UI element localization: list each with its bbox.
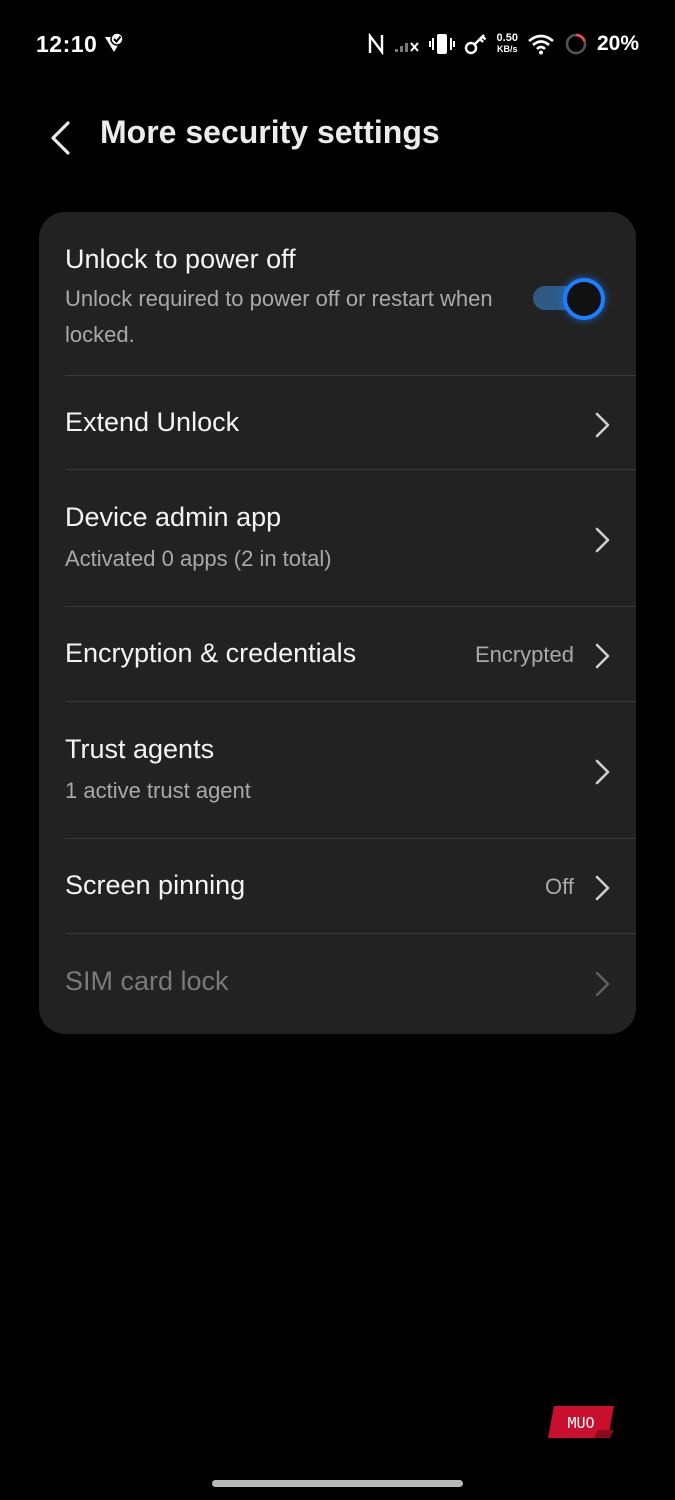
unlock-to-power-off-toggle[interactable] <box>531 276 607 320</box>
setting-encryption-credentials[interactable]: Encryption & credentials Encrypted <box>39 607 636 701</box>
no-signal-icon <box>394 35 420 53</box>
status-bar: 12:10 0.50 KB/s 20% <box>0 0 675 90</box>
battery-percentage: 20% <box>596 32 639 55</box>
setting-unlock-to-power-off[interactable]: Unlock to power off Unlock required to p… <box>39 212 636 376</box>
setting-subtitle: Unlock required to power off or restart … <box>65 286 493 347</box>
verified-shield-icon <box>103 32 125 54</box>
network-speed-unit: KB/s <box>497 44 518 54</box>
muo-logo: MUO <box>548 1406 614 1438</box>
setting-title: Screen pinning <box>65 870 246 900</box>
setting-title: Device admin app <box>65 502 282 532</box>
setting-value: Encrypted <box>474 642 574 667</box>
page-title: More security settings <box>100 114 440 150</box>
setting-title: Extend Unlock <box>65 407 240 437</box>
setting-device-admin-app[interactable]: Device admin app Activated 0 apps (2 in … <box>39 470 636 607</box>
chevron-right-icon <box>595 759 610 785</box>
setting-title: Unlock to power off <box>65 244 296 274</box>
chevron-right-icon <box>595 971 610 997</box>
toggle-thumb <box>563 278 605 320</box>
back-button[interactable] <box>36 114 84 162</box>
status-time: 12:10 <box>36 31 98 57</box>
key-icon <box>464 33 488 55</box>
chevron-right-icon <box>595 412 610 438</box>
setting-title: Trust agents <box>65 734 215 764</box>
setting-trust-agents[interactable]: Trust agents 1 active trust agent <box>39 702 636 839</box>
page-header: More security settings <box>0 100 675 172</box>
chevron-right-icon <box>595 875 610 901</box>
setting-title: Encryption & credentials <box>65 638 357 668</box>
chevron-right-icon <box>595 643 610 669</box>
setting-screen-pinning[interactable]: Screen pinning Off <box>39 839 636 933</box>
setting-sim-card-lock: SIM card lock <box>39 934 636 1034</box>
chevron-right-icon <box>595 527 610 553</box>
setting-value: Off <box>545 874 574 899</box>
setting-title: SIM card lock <box>65 966 229 996</box>
network-speed-value: 0.50 <box>496 32 518 44</box>
gesture-navigation-bar[interactable] <box>212 1480 463 1487</box>
network-speed: 0.50 KB/s <box>497 33 518 55</box>
chevron-left-icon <box>51 121 70 155</box>
setting-subtitle: 1 active trust agent <box>65 778 251 803</box>
vibrate-icon <box>428 32 455 56</box>
wifi-icon <box>527 33 555 55</box>
status-icons: 0.50 KB/s 20% <box>367 28 639 60</box>
nfc-icon <box>367 33 385 55</box>
muo-logo-text: MUO <box>567 1414 594 1432</box>
setting-subtitle: Activated 0 apps (2 in total) <box>65 546 332 571</box>
battery-ring-icon <box>564 32 588 56</box>
setting-extend-unlock[interactable]: Extend Unlock <box>39 376 636 470</box>
settings-card: Unlock to power off Unlock required to p… <box>39 212 636 1034</box>
